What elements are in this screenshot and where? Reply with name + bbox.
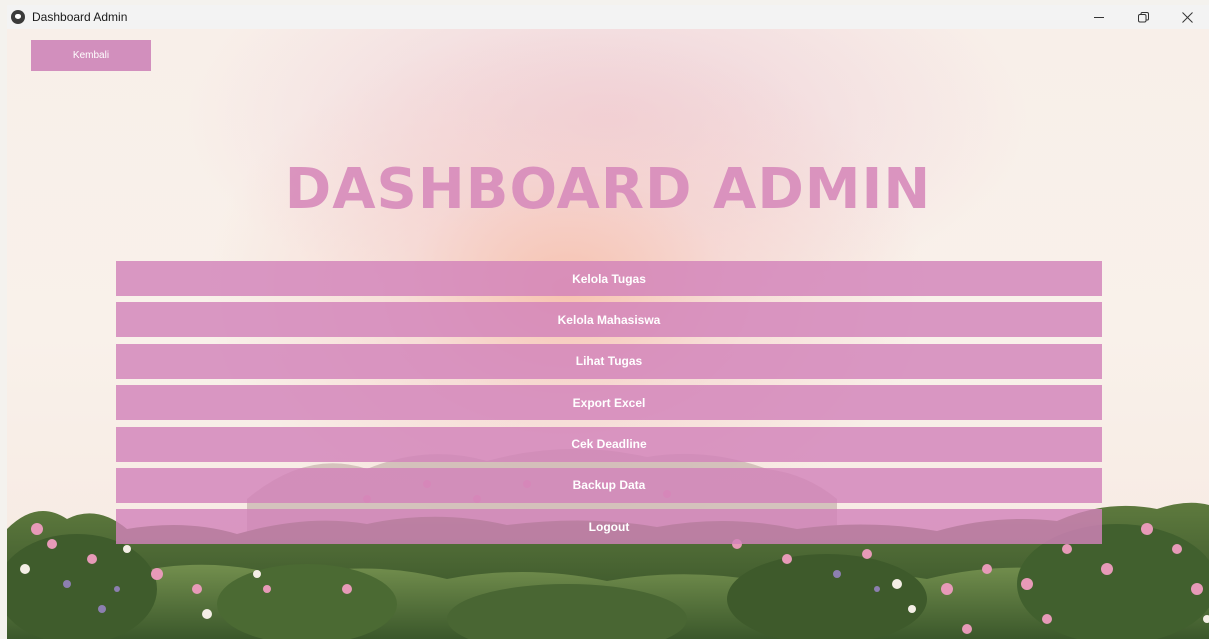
app-icon xyxy=(11,10,25,24)
restore-button[interactable] xyxy=(1121,5,1165,29)
restore-icon xyxy=(1137,11,1149,22)
backup-data-button[interactable]: Backup Data xyxy=(116,467,1102,503)
minimize-icon xyxy=(1094,17,1104,18)
page-title: DASHBOARD ADMIN xyxy=(284,157,932,222)
app-window: Dashboard Admin Kembali DASHBOARD ADMIN … xyxy=(7,5,1209,639)
close-icon xyxy=(1181,11,1193,23)
dashboard-content: Kembali DASHBOARD ADMIN Kelola Tugas Kel… xyxy=(7,29,1209,639)
logout-button[interactable]: Logout xyxy=(116,509,1102,545)
kelola-mahasiswa-button[interactable]: Kelola Mahasiswa xyxy=(116,302,1102,338)
title-bar[interactable]: Dashboard Admin xyxy=(7,5,1209,29)
admin-menu: Kelola Tugas Kelola Mahasiswa Lihat Tuga… xyxy=(116,261,1102,551)
cek-deadline-button[interactable]: Cek Deadline xyxy=(116,426,1102,462)
close-button[interactable] xyxy=(1165,5,1209,29)
kelola-tugas-button[interactable]: Kelola Tugas xyxy=(116,261,1102,296)
back-button[interactable]: Kembali xyxy=(31,40,151,71)
lihat-tugas-button[interactable]: Lihat Tugas xyxy=(116,343,1102,379)
export-excel-button[interactable]: Export Excel xyxy=(116,385,1102,421)
window-controls xyxy=(1077,5,1209,29)
minimize-button[interactable] xyxy=(1077,5,1121,29)
window-title: Dashboard Admin xyxy=(32,10,128,24)
